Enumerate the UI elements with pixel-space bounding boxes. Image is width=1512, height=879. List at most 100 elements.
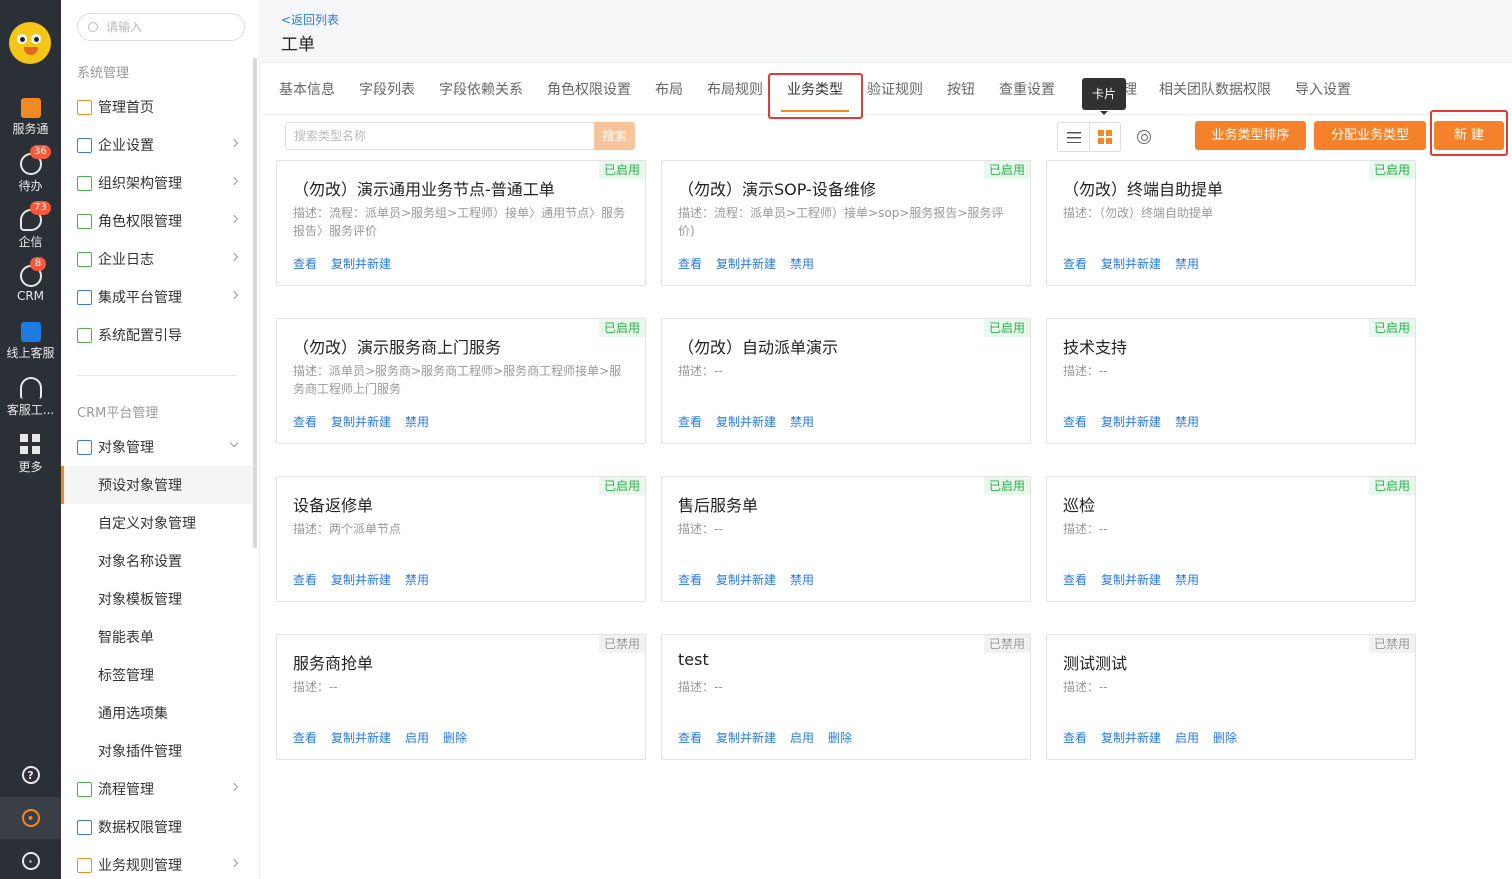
- rail-item-customer-service[interactable]: 客服工...: [0, 377, 61, 418]
- help-button[interactable]: ?: [0, 754, 61, 796]
- business-type-card[interactable]: 已启用 （勿改）终端自助提单 描述：（勿改）终端自助提单 查看 复制并新建 禁用: [1046, 160, 1416, 286]
- sort-types-button[interactable]: 业务类型排序: [1195, 121, 1306, 150]
- settings-button[interactable]: •: [0, 797, 61, 839]
- disable-link[interactable]: 禁用: [790, 571, 814, 588]
- copy-create-link[interactable]: 复制并新建: [331, 729, 391, 746]
- tab-buttons[interactable]: 按钮: [947, 79, 975, 99]
- menu-company-settings[interactable]: 企业设置: [61, 126, 253, 164]
- enable-link[interactable]: 启用: [790, 729, 814, 746]
- copy-create-link[interactable]: 复制并新建: [716, 571, 776, 588]
- tab-basic-info[interactable]: 基本信息: [279, 79, 335, 99]
- menu-tag-management[interactable]: 标签管理: [61, 656, 253, 694]
- business-type-card[interactable]: 已禁用 test 描述：-- 查看 复制并新建 启用 删除: [661, 634, 1031, 760]
- tab-duplicate-check[interactable]: 查重设置: [999, 79, 1055, 99]
- rail-item-todo[interactable]: 36 待办: [0, 145, 61, 194]
- menu-role-permissions[interactable]: 角色权限管理: [61, 202, 253, 240]
- rail-item-more[interactable]: 更多: [0, 434, 61, 475]
- tab-validation-rules[interactable]: 验证规则: [867, 79, 923, 99]
- assign-types-button[interactable]: 分配业务类型: [1314, 121, 1426, 150]
- copy-create-link[interactable]: 复制并新建: [1101, 729, 1161, 746]
- view-link[interactable]: 查看: [1063, 413, 1087, 430]
- copy-create-link[interactable]: 复制并新建: [1101, 413, 1161, 430]
- business-type-card[interactable]: 已启用 （勿改）自动派单演示 描述：-- 查看 复制并新建 禁用: [661, 318, 1031, 444]
- business-type-card[interactable]: 已启用 （勿改）演示SOP-设备维修 描述：流程：派单员>工程师）接单>sop>服务…: [661, 160, 1031, 286]
- view-link[interactable]: 查看: [293, 571, 317, 588]
- enable-link[interactable]: 启用: [405, 729, 429, 746]
- delete-link[interactable]: 删除: [443, 729, 467, 746]
- business-type-card[interactable]: 已启用 （勿改）演示服务商上门服务 描述：派单员>服务商>服务商工程师>服务商工程师…: [276, 318, 646, 444]
- tab-import-settings[interactable]: 导入设置: [1295, 79, 1351, 99]
- tab-layout[interactable]: 布局: [655, 79, 683, 99]
- menu-object-templates[interactable]: 对象模板管理: [61, 580, 253, 618]
- menu-data-permissions[interactable]: 数据权限管理: [61, 808, 253, 846]
- menu-business-rules[interactable]: 业务规则管理: [61, 846, 253, 879]
- copy-create-link[interactable]: 复制并新建: [1101, 571, 1161, 588]
- type-search-input[interactable]: 搜索类型名称: [285, 122, 595, 150]
- app-logo[interactable]: [9, 22, 51, 64]
- copy-create-link[interactable]: 复制并新建: [1101, 255, 1161, 272]
- view-link[interactable]: 查看: [293, 729, 317, 746]
- sidebar-search-input[interactable]: 请输入: [77, 13, 245, 41]
- menu-company-log[interactable]: 企业日志: [61, 240, 253, 278]
- menu-org-structure[interactable]: 组织架构管理: [61, 164, 253, 202]
- settings-icon[interactable]: [1137, 130, 1151, 144]
- disable-link[interactable]: 禁用: [790, 413, 814, 430]
- business-type-card[interactable]: 已启用 售后服务单 描述：-- 查看 复制并新建 禁用: [661, 476, 1031, 602]
- business-type-card[interactable]: 已启用 设备返修单 描述：两个派单节点 查看 复制并新建 禁用: [276, 476, 646, 602]
- sidebar-scrollbar[interactable]: [253, 58, 257, 548]
- history-button[interactable]: ·: [0, 840, 61, 879]
- disable-link[interactable]: 禁用: [1175, 413, 1199, 430]
- business-type-card[interactable]: 已禁用 服务商抢单 描述：-- 查看 复制并新建 启用 删除: [276, 634, 646, 760]
- copy-create-link[interactable]: 复制并新建: [716, 729, 776, 746]
- disable-link[interactable]: 禁用: [1175, 255, 1199, 272]
- business-type-card[interactable]: 已启用 （勿改）演示通用业务节点-普通工单 描述：流程：派单员>服务组>工程师）接单…: [276, 160, 646, 286]
- tab-role-permissions[interactable]: 角色权限设置: [547, 79, 631, 99]
- copy-create-link[interactable]: 复制并新建: [331, 255, 391, 272]
- menu-object-plugins[interactable]: 对象插件管理: [61, 732, 253, 770]
- disable-link[interactable]: 禁用: [790, 255, 814, 272]
- business-type-card[interactable]: 已启用 巡检 描述：-- 查看 复制并新建 禁用: [1046, 476, 1416, 602]
- menu-integration-platform[interactable]: 集成平台管理: [61, 278, 253, 316]
- view-link[interactable]: 查看: [678, 413, 702, 430]
- copy-create-link[interactable]: 复制并新建: [716, 255, 776, 272]
- menu-option-sets[interactable]: 通用选项集: [61, 694, 253, 732]
- view-link[interactable]: 查看: [1063, 255, 1087, 272]
- tab-field-dependencies[interactable]: 字段依赖关系: [439, 79, 523, 99]
- menu-custom-objects[interactable]: 自定义对象管理: [61, 504, 253, 542]
- view-link[interactable]: 查看: [678, 729, 702, 746]
- rail-item-fuwutong[interactable]: 服务通: [0, 98, 61, 137]
- delete-link[interactable]: 删除: [828, 729, 852, 746]
- enable-link[interactable]: 启用: [1175, 729, 1199, 746]
- view-link[interactable]: 查看: [293, 413, 317, 430]
- view-link[interactable]: 查看: [678, 255, 702, 272]
- menu-process-management[interactable]: 流程管理: [61, 770, 253, 808]
- tab-field-list[interactable]: 字段列表: [359, 79, 415, 99]
- disable-link[interactable]: 禁用: [1175, 571, 1199, 588]
- back-to-list-link[interactable]: <返回列表: [281, 11, 339, 28]
- menu-smart-forms[interactable]: 智能表单: [61, 618, 253, 656]
- rail-item-crm[interactable]: 8 CRM: [0, 257, 61, 303]
- view-link[interactable]: 查看: [293, 255, 317, 272]
- search-button[interactable]: 搜索: [594, 122, 635, 150]
- rail-item-online-service[interactable]: 线上客服: [0, 322, 61, 361]
- card-view-button[interactable]: [1089, 123, 1120, 151]
- disable-link[interactable]: 禁用: [405, 413, 429, 430]
- copy-create-link[interactable]: 复制并新建: [716, 413, 776, 430]
- menu-object-names[interactable]: 对象名称设置: [61, 542, 253, 580]
- disable-link[interactable]: 禁用: [405, 571, 429, 588]
- menu-preset-objects[interactable]: 预设对象管理: [61, 466, 253, 504]
- view-link[interactable]: 查看: [1063, 729, 1087, 746]
- delete-link[interactable]: 删除: [1213, 729, 1237, 746]
- view-link[interactable]: 查看: [1063, 571, 1087, 588]
- business-type-card[interactable]: 已启用 技术支持 描述：-- 查看 复制并新建 禁用: [1046, 318, 1416, 444]
- copy-create-link[interactable]: 复制并新建: [331, 413, 391, 430]
- tab-layout-rules[interactable]: 布局规则: [707, 79, 763, 99]
- copy-create-link[interactable]: 复制并新建: [331, 571, 391, 588]
- menu-admin-home[interactable]: 管理首页: [61, 88, 253, 126]
- tab-team-data-permissions[interactable]: 相关团队数据权限: [1159, 79, 1271, 99]
- list-view-button[interactable]: [1058, 123, 1089, 151]
- menu-config-guide[interactable]: 系统配置引导: [61, 316, 253, 354]
- business-type-card[interactable]: 已禁用 测试测试 描述：-- 查看 复制并新建 启用 删除: [1046, 634, 1416, 760]
- view-link[interactable]: 查看: [678, 571, 702, 588]
- rail-item-message[interactable]: 73 企信: [0, 201, 61, 250]
